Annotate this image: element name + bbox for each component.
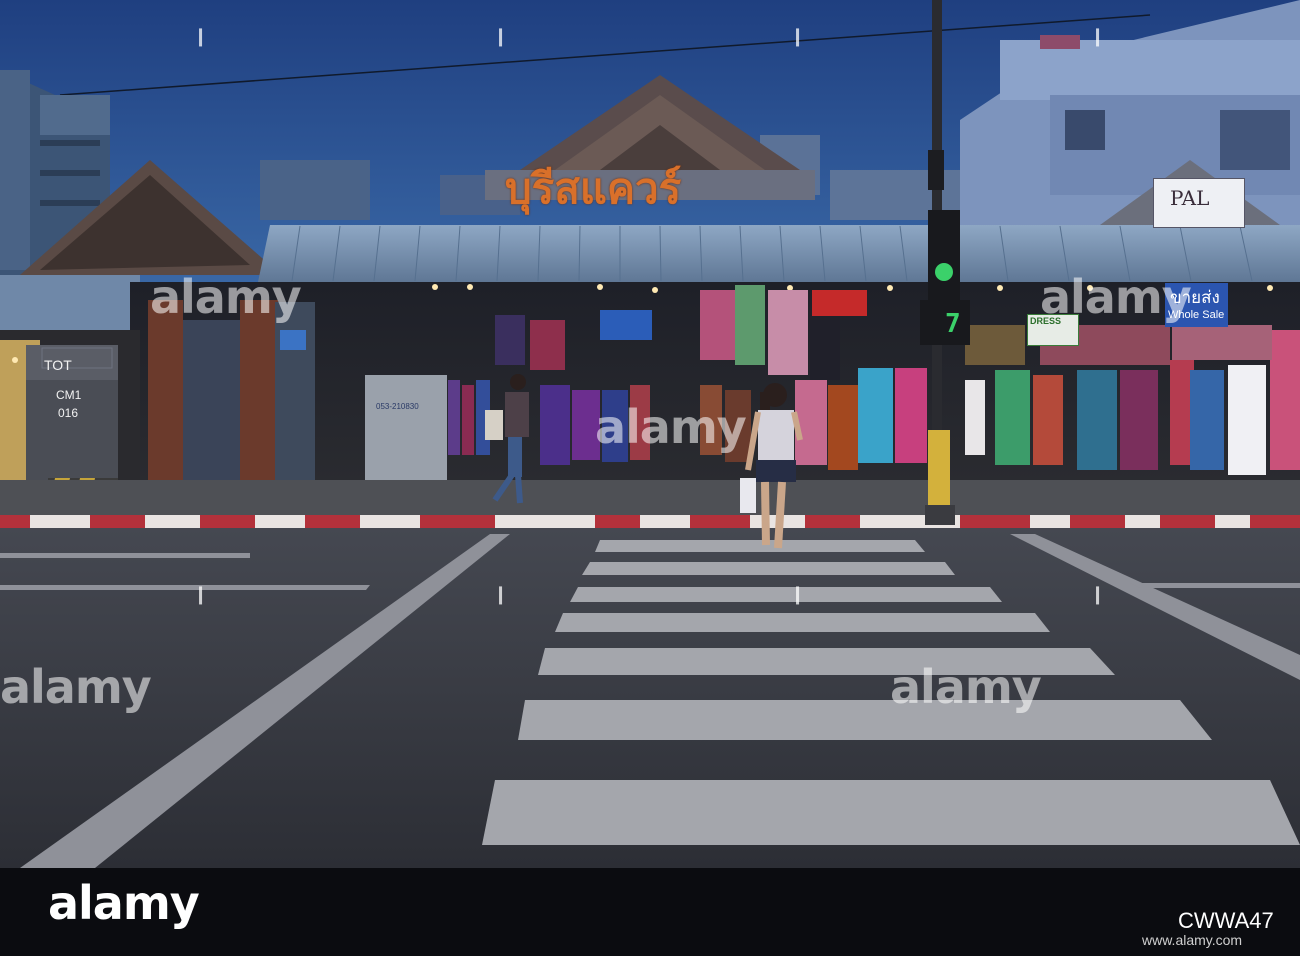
tot-brand-label: TOT xyxy=(44,357,72,373)
booth-sign xyxy=(280,330,306,350)
tot-code-label: CM1 xyxy=(56,388,82,402)
sidewalk xyxy=(0,480,1300,515)
watermark-top-right: alamy xyxy=(1040,270,1192,324)
watermark-bottom-right: alamy xyxy=(890,660,1042,714)
pal-sign: PAL xyxy=(1170,186,1210,210)
watermark-marker: ❙ xyxy=(493,584,509,605)
footer-url[interactable]: www.alamy.com xyxy=(1142,932,1242,948)
watermark-marker: ❙ xyxy=(1090,26,1106,47)
market-name-sign: บุรีสแควร์ xyxy=(505,164,682,213)
left-pillars xyxy=(148,300,278,500)
watermark-marker: ❙ xyxy=(1090,584,1106,605)
box-phone-label: 053-210830 xyxy=(376,402,419,411)
watermark-marker: ❙ xyxy=(193,584,209,605)
watermark-marker: ❙ xyxy=(193,26,209,47)
signal-countdown: 7 xyxy=(945,309,961,339)
watermark-top-left: alamy xyxy=(150,270,302,324)
shop-banner-blue xyxy=(600,310,652,340)
watermark-bottom-left: alamy xyxy=(0,660,152,714)
watermark-center: alamy xyxy=(595,400,747,454)
watermark-marker: ❙ xyxy=(790,584,806,605)
image-id: CWWA47 xyxy=(1178,908,1274,933)
photo: บุรีสแควร์ PAL ขายส่ง Whole Sale DRESS T… xyxy=(0,0,1300,868)
distant-building xyxy=(260,160,370,220)
shop-banner-red xyxy=(812,290,867,316)
tot-number-label: 016 xyxy=(58,406,79,420)
watermark-marker: ❙ xyxy=(790,26,806,47)
watermark-marker: ❙ xyxy=(493,26,509,47)
footer-logo[interactable]: alamy xyxy=(48,876,200,930)
curb xyxy=(0,515,1300,528)
